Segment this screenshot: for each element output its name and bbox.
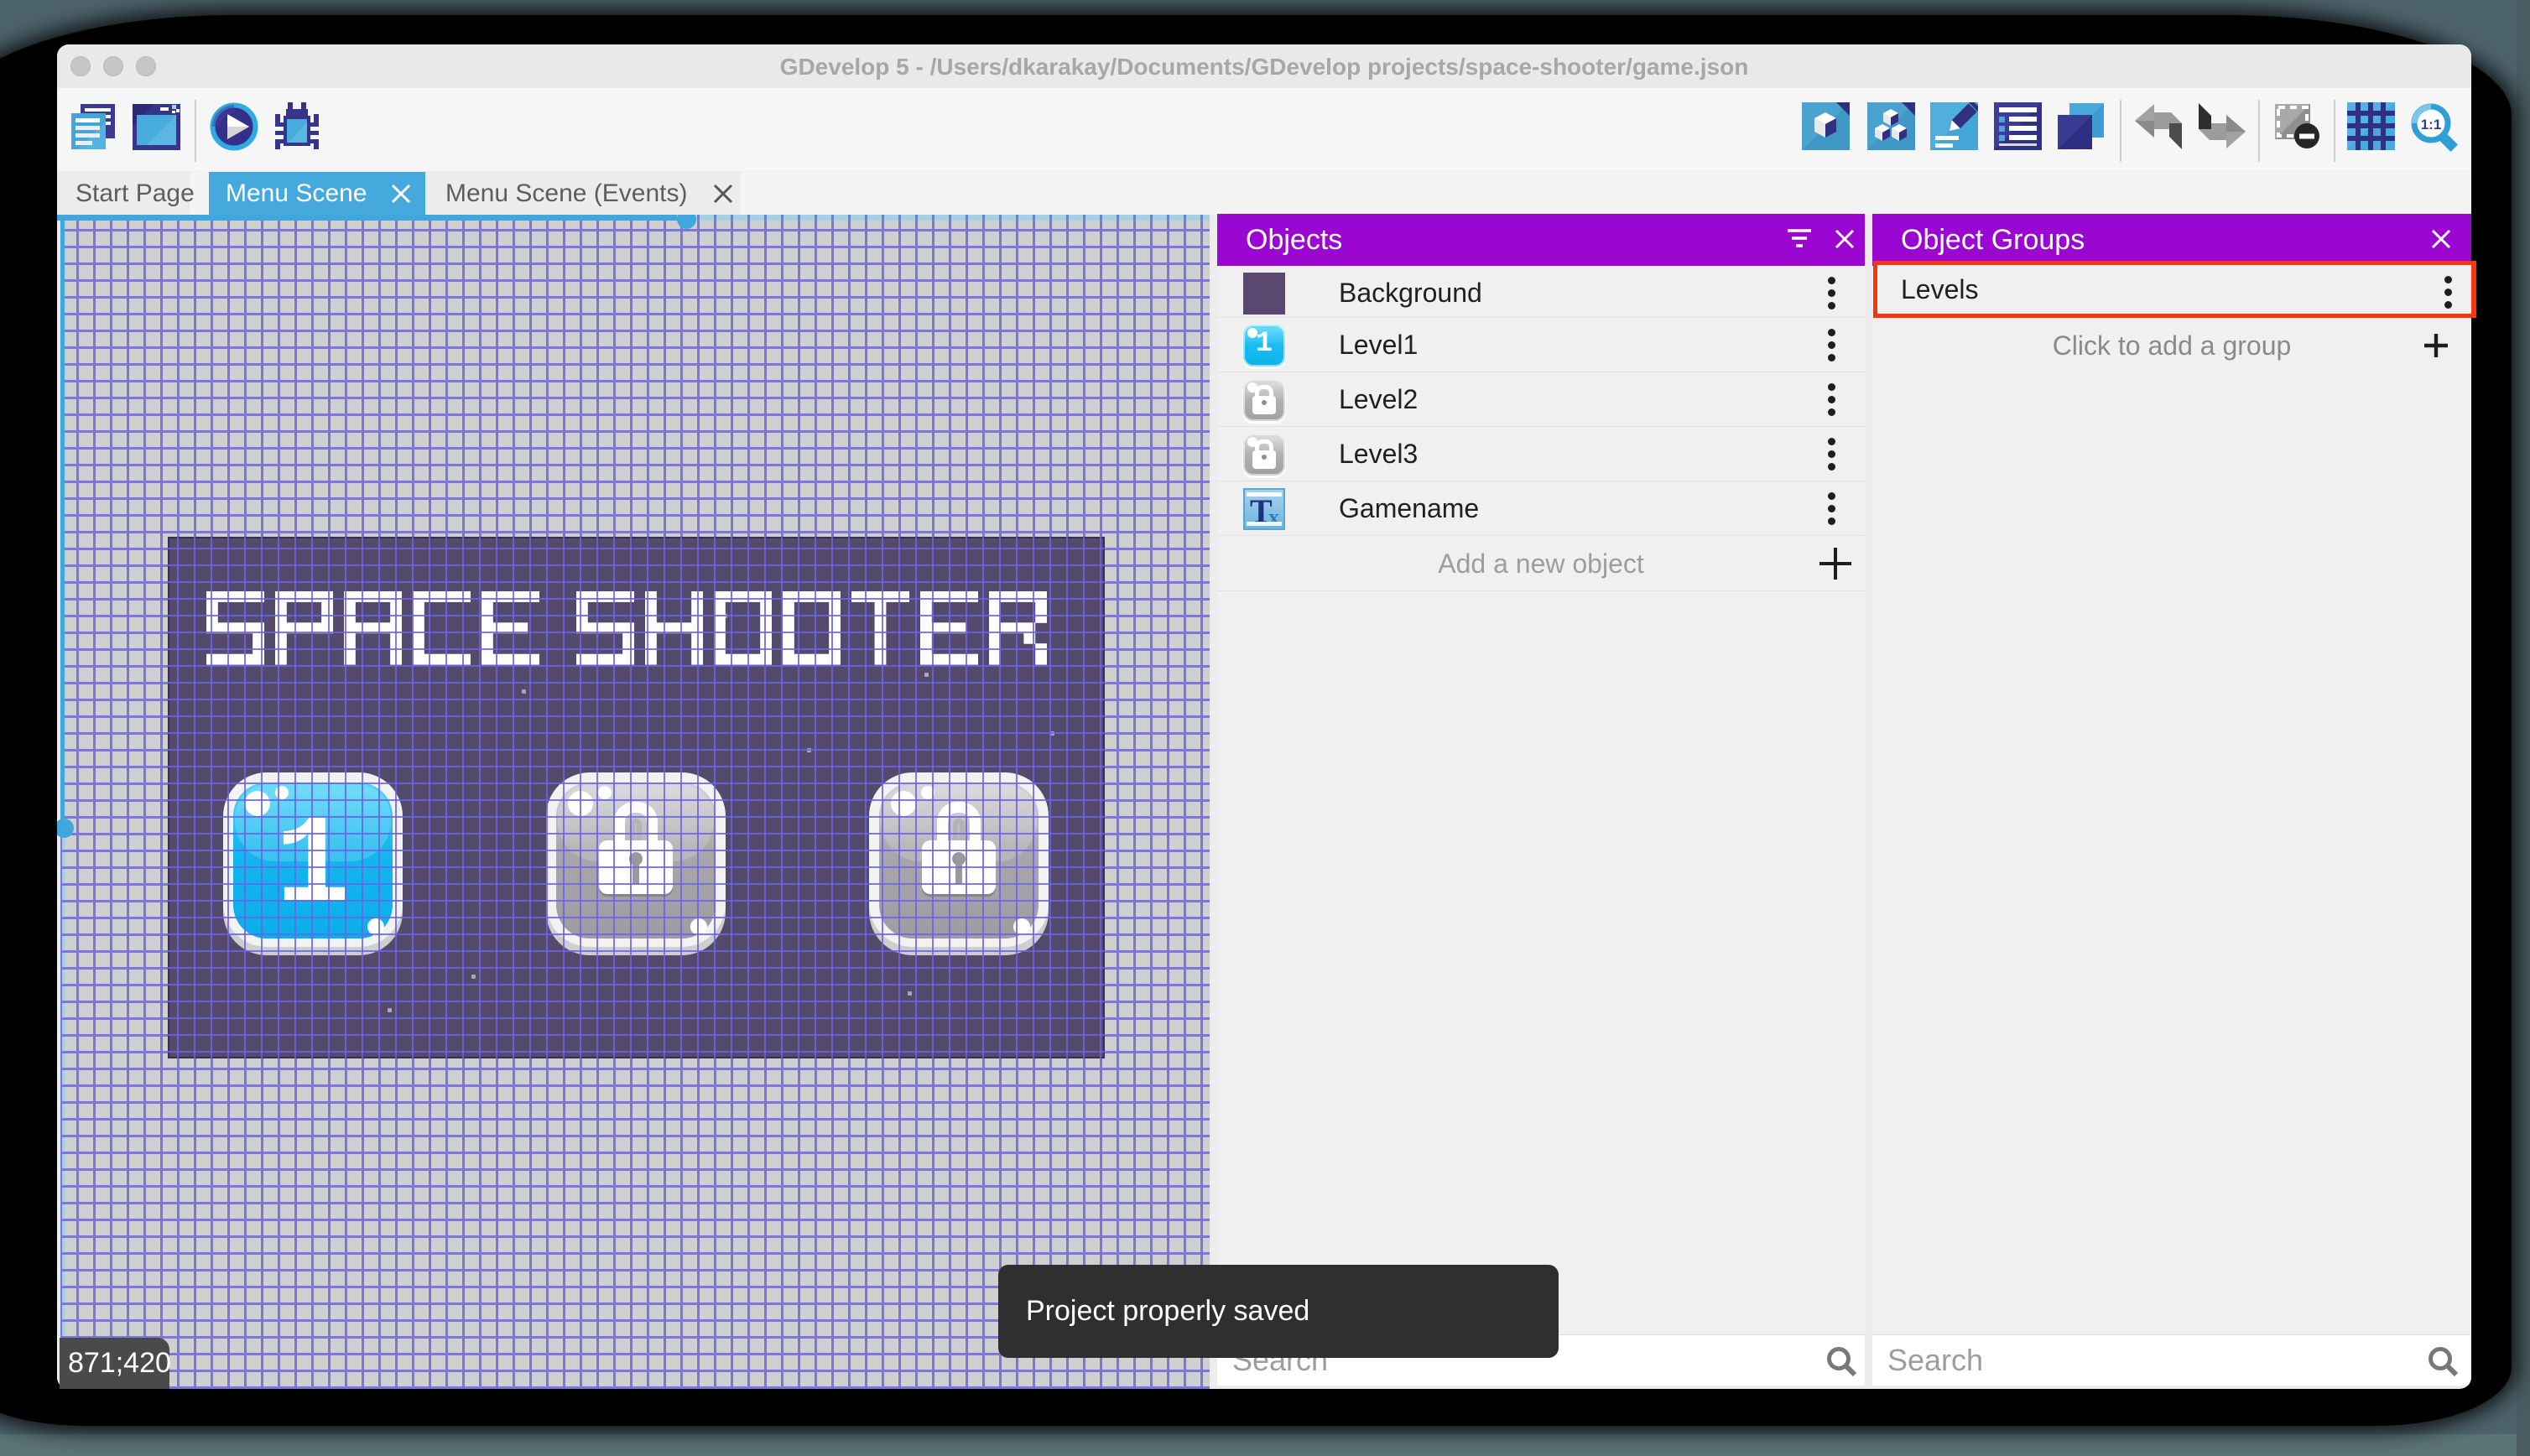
svg-text:1:1: 1:1 xyxy=(2421,117,2442,133)
